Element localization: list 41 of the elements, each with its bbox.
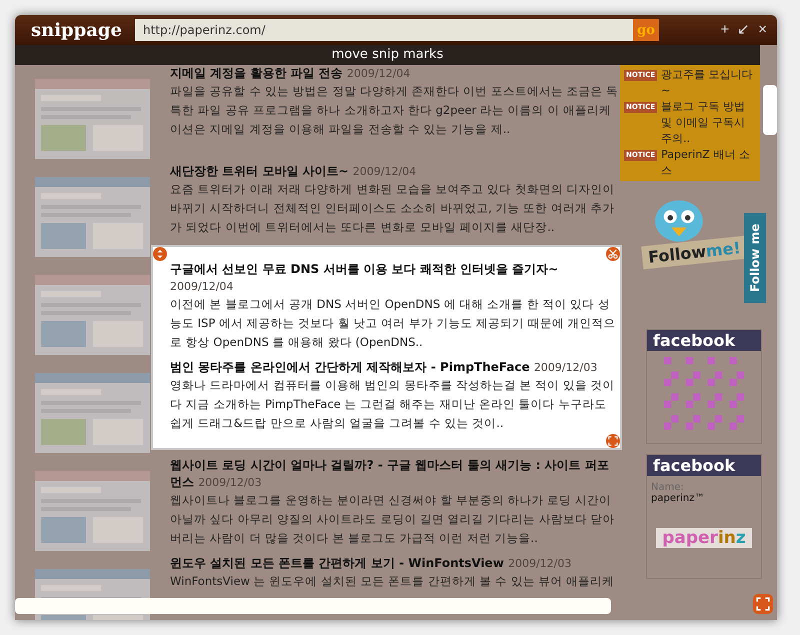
post-date: 2009/12/04 <box>170 280 234 293</box>
post-date: 2009/12/03 <box>534 361 598 374</box>
resize-handle[interactable] <box>606 434 620 448</box>
move-handle[interactable] <box>153 247 167 261</box>
post-title[interactable]: 범인 몽타주를 온라인에서 간단하게 제작해보자 - PimpTheFace 2009/12/03 <box>170 359 620 376</box>
post-title[interactable]: 웹사이트 로딩 시간이 얼마나 걸릴까? - 구글 웹마스터 툴의 새기능 : 사이트 퍼포먼스 2009/12/03 <box>170 457 620 491</box>
app-logo: snippage <box>31 20 123 40</box>
url-field[interactable]: http://paperinz.com/ <box>135 19 633 41</box>
facebook-header: facebook <box>647 330 761 351</box>
post-excerpt: WinFontsView 는 윈도우에 설치된 모든 폰트를 간편하게 볼 수 있는 뷰어 애플리케 <box>170 573 616 590</box>
post-date: 2009/12/03 <box>198 476 262 489</box>
scissors-icon[interactable] <box>606 247 620 261</box>
hint-bar: move snip marks <box>15 45 760 65</box>
name-label: Name: <box>650 481 685 493</box>
follow-tab[interactable]: Follow me <box>744 213 766 303</box>
post-date: 2009/12/04 <box>352 165 416 178</box>
window-control-button[interactable]: + <box>718 21 732 39</box>
post-excerpt: 웹사이트나 블로그를 운영하는 분이라면 신경써야 할 부분중의 하나가 로딩 시간이 아닐까 싶다 아무리 양질의 사이트라도 로딩이 길면 열리길 기다리는 사람보다 닫아버리는 사람이 더 많을 것이다 본 블로그도 가급적 이런 저런 기능을.. <box>170 492 616 547</box>
notice-link[interactable]: 광고주를 모십니다~ <box>661 67 756 99</box>
post-date: 2009/12/04 <box>346 67 410 80</box>
post-title[interactable]: 구글에서 선보인 무료 DNS 서버를 이용 보다 쾌적한 인터넷을 즐기자~ 2009/12/04 <box>170 261 620 295</box>
resize-handle[interactable] <box>753 594 773 614</box>
bird-drawing <box>654 199 704 243</box>
notice-link[interactable]: PaperinZ 배너 소스 <box>661 147 756 179</box>
post-title[interactable]: 윈도우 설치된 모든 폰트를 간편하게 보기 - WinFontsView 2009/12/03 <box>170 555 620 572</box>
window-control-button[interactable]: ↙ <box>735 21 752 39</box>
post-excerpt: 영화나 드라마에서 컴퓨터를 이용해 범인의 몽타주를 작성하는걸 본 적이 있을 것이다 지금 소개하는 PimpTheFace 는 그런걸 해주는 재미난 온라인 툴이다 누구라도 쉽게 드래그&드랍 만으로 사람의 얼굴을 그려볼 수 있는 것이.. <box>170 377 616 432</box>
post-title[interactable]: 지메일 계정을 활용한 파일 전송 2009/12/04 <box>170 65 620 82</box>
snip-region[interactable] <box>151 245 622 450</box>
profile-logo: paperinz <box>656 528 752 548</box>
post-excerpt: 이전에 본 블로그에서 공개 DNS 서버인 OpenDNS 에 대해 소개를 한 적이 있다 성능도 ISP 에서 제공하는 것보다 훨 낫고 여러 부가 기능도 제공되기 때문에 개인적으로 항상 OpenDNS 를 애용해 왔다 (OpenDNS.. <box>170 296 616 351</box>
post-date: 2009/12/03 <box>508 557 572 570</box>
post-title[interactable]: 새단장한 트위터 모바일 사이트~ 2009/12/04 <box>170 163 620 180</box>
post-excerpt: 파일을 공유할 수 있는 방법은 정말 다양하게 존재한다 이번 포스트에서는 조금은 독특한 파일 공유 프로그램을 하나 소개하고자 한다 g2peer 라는 이름의 이 애플리케이션은 지메일 계정을 이용해 파일을 전송할 수 있는 기능을 제.. <box>170 83 620 138</box>
post-excerpt: 요즘 트위터가 이래 저래 다양하게 변화된 모습을 보여주고 있다 첫화면의 디자인이 바뀌기 시작하더니 전체적인 인터페이스도 소소히 바뀌었고, 기능 또한 여러개 추가가 되었다 이번에 트위터에서는 또다른 변화로 모바일 페이지를 새단장.. <box>170 181 616 236</box>
window-control-button[interactable]: × <box>756 21 769 39</box>
notice-link[interactable]: 블로그 구독 방법 및 이메일 구독시 주의.. <box>661 99 756 147</box>
scrollbar[interactable] <box>763 85 777 135</box>
profile-name: paperinz™ <box>650 493 706 504</box>
facebook-header: facebook <box>647 455 761 476</box>
note-field[interactable] <box>15 598 611 614</box>
